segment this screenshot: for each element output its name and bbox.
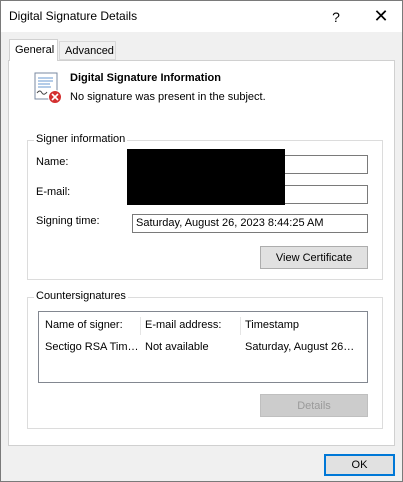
title-bar: Digital Signature Details ? ✕ [1,1,402,32]
info-message: No signature was present in the subject. [70,91,266,103]
details-button[interactable]: Details [260,394,368,417]
tab-advanced[interactable]: Advanced [59,41,116,60]
tab-general[interactable]: General [9,39,58,61]
signing-time-field[interactable]: Saturday, August 26, 2023 8:44:25 AM [132,214,368,233]
column-header-email[interactable]: E-mail address: [145,319,239,331]
redaction-block [127,149,285,205]
close-button[interactable]: ✕ [361,1,401,32]
column-separator[interactable] [140,317,141,335]
signature-details-dialog: Digital Signature Details ? ✕ General Ad… [0,0,403,482]
signer-email-cell: Not available [145,341,209,353]
column-header-name[interactable]: Name of signer: [45,319,139,331]
column-separator[interactable] [240,317,241,335]
name-field[interactable] [284,155,368,174]
help-button[interactable]: ? [317,1,355,32]
info-title: Digital Signature Information [70,72,221,84]
email-label: E-mail: [36,186,71,198]
window-title: Digital Signature Details [9,9,138,23]
certificate-error-icon [34,72,62,104]
countersignatures-list[interactable]: Name of signer: E-mail address: Timestam… [38,311,368,383]
signer-timestamp-cell: Saturday, August 26… [245,341,355,353]
signer-group-label: Signer information [34,133,128,145]
column-header-timestamp[interactable]: Timestamp [245,319,363,331]
close-icon: ✕ [373,6,389,26]
list-item[interactable]: Sectigo RSA Tim… Not available Saturday,… [39,339,367,357]
help-icon: ? [332,8,340,25]
email-field[interactable] [284,185,368,204]
signer-name-cell: Sectigo RSA Tim… [45,341,139,353]
ok-button[interactable]: OK [324,454,395,476]
list-header: Name of signer: E-mail address: Timestam… [39,317,367,335]
name-label: Name: [36,156,69,168]
signing-time-label: Signing time: [36,215,100,227]
view-certificate-button[interactable]: View Certificate [260,246,368,269]
countersignatures-group-label: Countersignatures [34,290,128,302]
